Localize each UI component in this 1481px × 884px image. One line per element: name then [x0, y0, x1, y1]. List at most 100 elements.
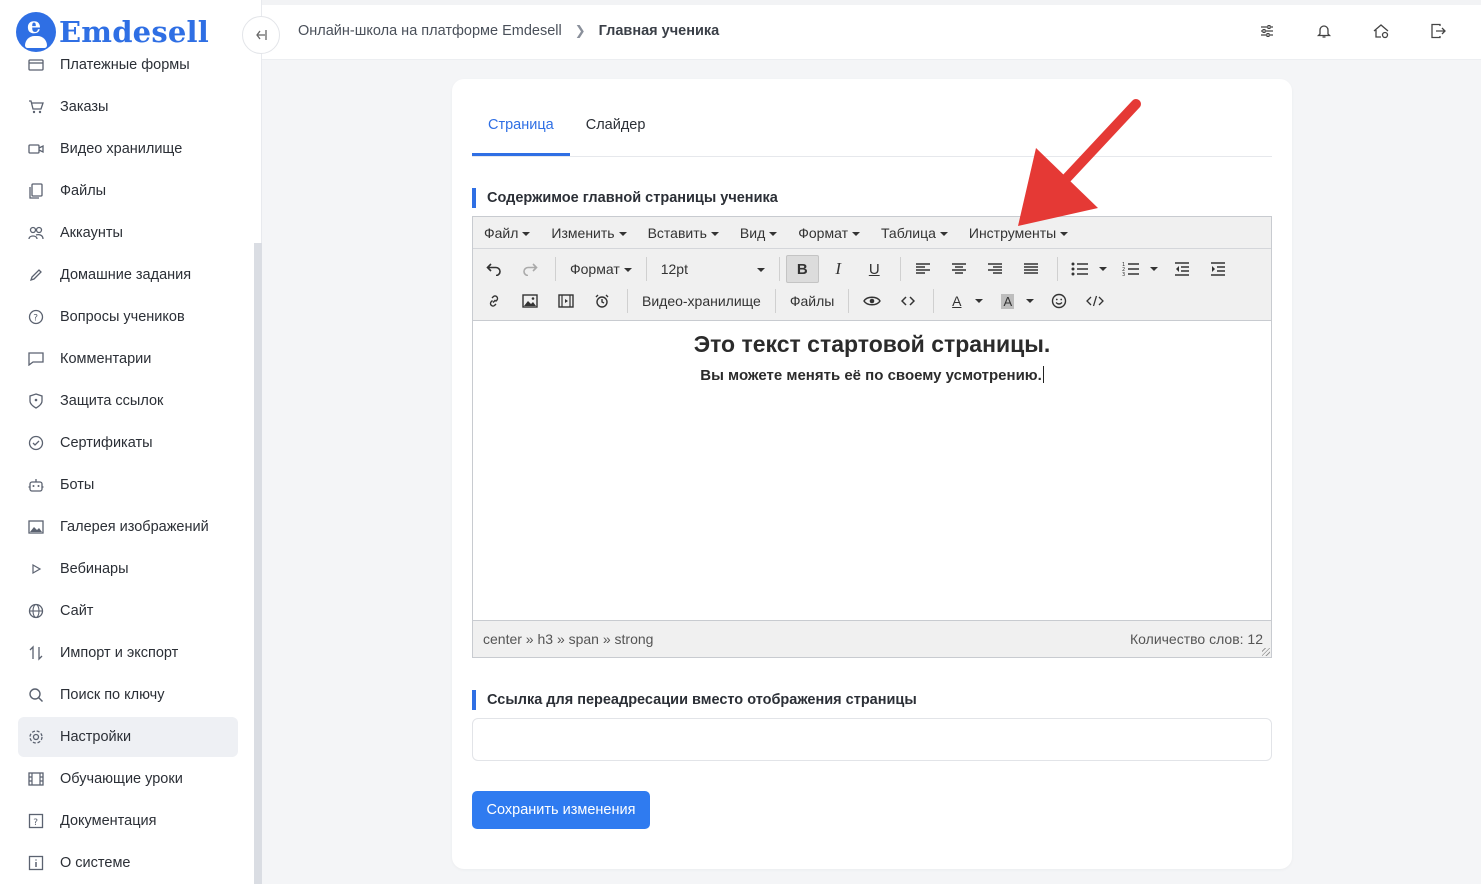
background-color-dropdown[interactable]	[1026, 299, 1035, 303]
font-size-select[interactable]: 12pt	[653, 255, 773, 283]
bold-icon[interactable]: B	[785, 255, 819, 283]
menu-tools[interactable]: Инструменты	[962, 225, 1075, 241]
sidebar-item-12[interactable]: Галерея изображений	[18, 507, 238, 547]
media-icon[interactable]	[549, 287, 582, 315]
redo-icon[interactable]	[513, 255, 546, 283]
sidebar-item-11[interactable]: Боты	[18, 465, 238, 505]
sidebar: e Emdesell Платежные формы Заказы Видео хр…	[0, 0, 262, 884]
content-paragraph: Вы можете менять её по своему усмотрению…	[700, 366, 1044, 384]
menu-edit[interactable]: Изменить	[544, 225, 633, 241]
italic-icon[interactable]: I	[822, 255, 855, 283]
sidebar-item-19[interactable]: ? Документация	[18, 801, 238, 841]
cart-icon	[27, 98, 45, 116]
main-card: Страница Слайдер Содержимое главной стра…	[452, 79, 1292, 869]
align-right-icon[interactable]	[979, 255, 1012, 283]
sidebar-item-label: Боты	[60, 477, 95, 493]
numbered-list-dropdown[interactable]	[1149, 267, 1158, 271]
sidebar-item-10[interactable]: Сертификаты	[18, 423, 238, 463]
logout-icon[interactable]	[1427, 20, 1449, 42]
text-color-dropdown[interactable]	[975, 299, 984, 303]
gear-icon	[27, 728, 45, 746]
collapse-sidebar-button[interactable]	[242, 16, 280, 54]
numbered-list-icon[interactable]: 123	[1115, 255, 1148, 283]
sidebar-item-6[interactable]: Домашние задания	[18, 255, 238, 295]
pencil-icon	[27, 266, 45, 284]
sidebar-item-label: О системе	[60, 855, 131, 871]
sidebar-item-label: Галерея изображений	[60, 519, 209, 535]
help-square-icon: ?	[27, 812, 45, 830]
sidebar-item-label: Защита ссылок	[60, 393, 164, 409]
redirect-url-input[interactable]	[472, 718, 1272, 761]
sidebar-item-20[interactable]: О системе	[18, 843, 238, 883]
sidebar-item-9[interactable]: Защита ссылок	[18, 381, 238, 421]
undo-icon[interactable]	[477, 255, 510, 283]
menu-table[interactable]: Таблица	[874, 225, 955, 241]
logo-text: Emdesell	[59, 15, 209, 49]
svg-text:?: ?	[33, 314, 38, 324]
credit-card-icon	[27, 56, 45, 74]
sidebar-item-label: Обучающие уроки	[60, 771, 183, 787]
shield-icon	[27, 392, 45, 410]
element-path[interactable]: center » h3 » span » strong	[483, 631, 653, 647]
content-section-label: Содержимое главной страницы ученика	[472, 188, 778, 208]
sidebar-item-2[interactable]: Заказы	[18, 87, 238, 127]
preview-eye-icon[interactable]	[855, 287, 888, 315]
breadcrumb-root[interactable]: Онлайн-школа на платформе Emdesell	[298, 23, 562, 39]
underline-icon[interactable]: U	[858, 255, 891, 283]
menu-view[interactable]: Вид	[733, 225, 784, 241]
home-settings-icon[interactable]	[1370, 20, 1392, 42]
source-code-icon[interactable]	[1078, 287, 1111, 315]
tab-page[interactable]: Страница	[472, 107, 570, 156]
video-storage-button[interactable]: Видео-хранилище	[634, 287, 769, 315]
text-color-icon[interactable]: A	[940, 287, 973, 315]
format-select[interactable]: Формат	[562, 255, 640, 283]
sidebar-item-3[interactable]: Видео хранилище	[18, 129, 238, 169]
save-changes-button[interactable]: Сохранить изменения	[472, 791, 650, 829]
sidebar-item-label: Поиск по ключу	[60, 687, 165, 703]
svg-text:3: 3	[1122, 272, 1125, 276]
sidebar-item-13[interactable]: Вебинары	[18, 549, 238, 589]
sidebar-item-label: Сайт	[60, 603, 94, 619]
emoji-icon[interactable]	[1042, 287, 1075, 315]
sidebar-item-15[interactable]: Импорт и экспорт	[18, 633, 238, 673]
outdent-icon[interactable]	[1166, 255, 1199, 283]
sidebar-item-label: Файлы	[60, 183, 107, 199]
sidebar-item-18[interactable]: Обучающие уроки	[18, 759, 238, 799]
sidebar-item-16[interactable]: Поиск по ключу	[18, 675, 238, 715]
files-button[interactable]: Файлы	[782, 287, 842, 315]
sidebar-item-8[interactable]: Комментарии	[18, 339, 238, 379]
menu-file[interactable]: Файл	[477, 225, 537, 241]
background-color-icon[interactable]: A	[991, 287, 1024, 315]
menu-insert[interactable]: Вставить	[641, 225, 726, 241]
sidebar-scrollbar[interactable]	[254, 243, 262, 884]
align-justify-icon[interactable]	[1015, 255, 1048, 283]
sidebar-item-14[interactable]: Сайт	[18, 591, 238, 631]
link-icon[interactable]	[477, 287, 510, 315]
sidebar-item-17[interactable]: Настройки	[18, 717, 238, 757]
image-icon[interactable]	[513, 287, 546, 315]
align-left-icon[interactable]	[907, 255, 940, 283]
alarm-clock-icon[interactable]	[585, 287, 618, 315]
sidebar-item-1[interactable]: Платежные формы	[18, 45, 238, 85]
resize-handle-icon[interactable]	[1262, 648, 1270, 656]
rich-text-editor: Файл Изменить Вставить Вид Формат Таблиц…	[472, 216, 1272, 658]
sidebar-item-label: Настройки	[60, 729, 132, 745]
bullet-list-dropdown[interactable]	[1098, 267, 1107, 271]
arrows-updown-icon	[27, 644, 45, 662]
menu-format[interactable]: Формат	[791, 225, 867, 241]
tab-slider[interactable]: Слайдер	[570, 107, 662, 156]
code-icon[interactable]	[891, 287, 924, 315]
sidebar-item-4[interactable]: Файлы	[18, 171, 238, 211]
align-center-icon[interactable]	[943, 255, 976, 283]
sidebar-item-label: Видео хранилище	[60, 141, 183, 157]
sidebar-item-label: Вопросы учеников	[60, 309, 185, 325]
editor-content-area[interactable]: Это текст стартовой страницы. Вы можете …	[473, 321, 1271, 621]
sliders-icon[interactable]	[1256, 20, 1278, 42]
video-icon	[27, 140, 45, 158]
svg-text:?: ?	[33, 818, 38, 828]
bullet-list-icon[interactable]	[1064, 255, 1097, 283]
sidebar-item-7[interactable]: ? Вопросы учеников	[18, 297, 238, 337]
bell-icon[interactable]	[1313, 20, 1335, 42]
sidebar-item-5[interactable]: Аккаунты	[18, 213, 238, 253]
indent-icon[interactable]	[1202, 255, 1235, 283]
